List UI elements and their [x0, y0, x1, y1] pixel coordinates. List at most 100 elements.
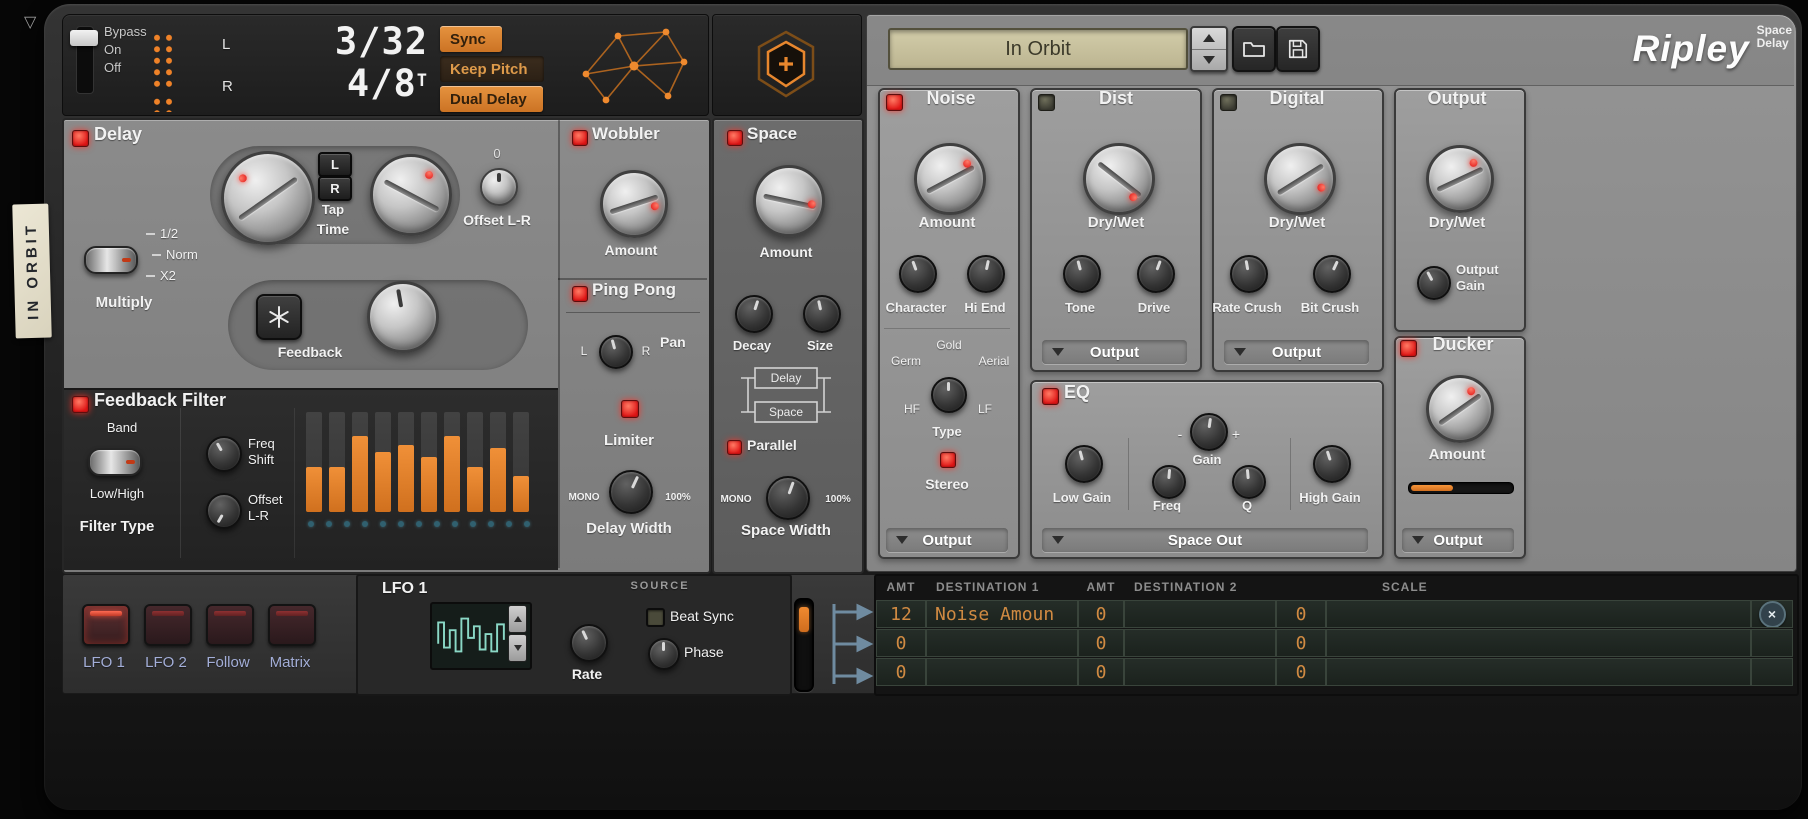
filter-bar[interactable]: [352, 412, 368, 512]
lfo-phase-knob[interactable]: [648, 638, 680, 670]
freq-shift-knob[interactable]: [206, 436, 242, 472]
matrix-amount-cell[interactable]: 0: [876, 658, 926, 686]
space-size-knob[interactable]: [803, 295, 841, 333]
matrix-amount-cell[interactable]: 0: [1276, 658, 1326, 686]
ducker-led[interactable]: [1400, 340, 1417, 357]
preset-save-button[interactable]: [1276, 26, 1320, 72]
noise-hi-end-knob[interactable]: [967, 255, 1005, 293]
dist-led[interactable]: [1038, 94, 1055, 111]
filter-offset-knob[interactable]: [206, 493, 242, 529]
delay-left-button[interactable]: L: [318, 152, 352, 177]
multiply-half-label[interactable]: 1/2: [146, 226, 178, 241]
filter-bar[interactable]: [306, 412, 322, 512]
filter-bar[interactable]: [444, 412, 460, 512]
noise-stereo-led[interactable]: [940, 452, 956, 468]
dist-drive-knob[interactable]: [1137, 255, 1175, 293]
filter-bars[interactable]: [306, 412, 546, 512]
parallel-led[interactable]: [727, 440, 742, 455]
window-collapse-marker[interactable]: ▽: [24, 12, 36, 32]
ducker-amount-knob[interactable]: [1426, 375, 1494, 443]
matrix-scale-cell[interactable]: [1326, 629, 1751, 657]
eq-low-gain-knob[interactable]: [1065, 445, 1103, 483]
dist-drywet-knob[interactable]: [1083, 143, 1155, 215]
delay-time-right-knob[interactable]: [370, 154, 452, 236]
matrix-amount-cell[interactable]: 0: [1078, 600, 1124, 628]
eq-led[interactable]: [1042, 388, 1059, 405]
tab-lfo1-button[interactable]: [82, 604, 130, 646]
delay-time-left-knob[interactable]: [221, 151, 315, 245]
filter-bar[interactable]: [421, 412, 437, 512]
preset-browse-button[interactable]: [1232, 26, 1276, 72]
feedback-knob[interactable]: [367, 281, 439, 353]
delay-offset-knob[interactable]: [480, 168, 518, 206]
limiter-led[interactable]: [621, 400, 639, 418]
multiply-switch[interactable]: [84, 246, 138, 274]
matrix-destination2-cell[interactable]: [1124, 658, 1276, 686]
lfo-rate-knob[interactable]: [570, 624, 608, 662]
sync-button[interactable]: Sync: [440, 26, 502, 52]
matrix-destination1-cell[interactable]: [926, 629, 1078, 657]
tab-matrix-label[interactable]: Matrix: [270, 654, 311, 671]
output-gain-knob[interactable]: [1417, 266, 1451, 300]
tab-lfo2-button[interactable]: [144, 604, 192, 646]
filter-bar[interactable]: [398, 412, 414, 512]
noise-character-knob[interactable]: [899, 255, 937, 293]
space-decay-knob[interactable]: [735, 295, 773, 333]
matrix-destination1-cell[interactable]: [926, 658, 1078, 686]
feedback-filter-led[interactable]: [72, 396, 89, 413]
matrix-amount-cell[interactable]: 0: [1276, 629, 1326, 657]
multiply-x2-label[interactable]: X2: [146, 268, 176, 283]
tab-follow-label[interactable]: Follow: [206, 654, 249, 671]
preset-stepper[interactable]: [1190, 26, 1228, 72]
bypass-switch-handle[interactable]: [70, 30, 98, 46]
space-amount-knob[interactable]: [753, 165, 825, 237]
rate-crush-knob[interactable]: [1230, 255, 1268, 293]
matrix-scale-cell[interactable]: [1326, 600, 1751, 628]
filter-bar[interactable]: [467, 412, 483, 512]
tab-follow-button[interactable]: [206, 604, 254, 646]
multiply-norm-label[interactable]: Norm: [152, 247, 198, 262]
preset-down-button[interactable]: [1192, 49, 1226, 71]
keep-pitch-button[interactable]: Keep Pitch: [440, 56, 544, 82]
wobbler-amount-knob[interactable]: [600, 170, 668, 238]
digital-led[interactable]: [1220, 94, 1237, 111]
bit-crush-knob[interactable]: [1313, 255, 1351, 293]
wobbler-led[interactable]: [572, 130, 588, 146]
space-width-knob[interactable]: [766, 476, 810, 520]
dist-output-dropdown[interactable]: Output: [1042, 340, 1187, 364]
matrix-destination2-cell[interactable]: [1124, 600, 1276, 628]
tab-lfo2-label[interactable]: LFO 2: [145, 654, 187, 671]
mod-amount-slider[interactable]: [794, 598, 814, 692]
tap-label[interactable]: Tap: [322, 202, 344, 217]
digital-output-dropdown[interactable]: Output: [1224, 340, 1369, 364]
beat-sync-checkbox[interactable]: [646, 608, 665, 627]
eq-freq-knob[interactable]: [1152, 465, 1186, 499]
eq-gain-knob[interactable]: [1190, 413, 1228, 451]
freeze-button[interactable]: [256, 294, 302, 340]
eq-output-dropdown[interactable]: Space Out: [1042, 528, 1368, 552]
display-right-value[interactable]: 4/8T: [240, 62, 428, 105]
space-led[interactable]: [727, 130, 743, 146]
ping-pong-led[interactable]: [572, 286, 588, 302]
tab-matrix-button[interactable]: [268, 604, 316, 646]
delay-led[interactable]: [72, 130, 89, 147]
waveform-up-button[interactable]: [508, 605, 527, 633]
tab-lfo1-label[interactable]: LFO 1: [83, 654, 125, 671]
filter-type-switch[interactable]: [88, 448, 142, 476]
matrix-amount-cell[interactable]: 0: [1078, 629, 1124, 657]
filter-bar[interactable]: [490, 412, 506, 512]
waveform-down-button[interactable]: [508, 634, 527, 662]
matrix-remove-button[interactable]: ×: [1759, 601, 1786, 628]
preset-up-button[interactable]: [1192, 28, 1226, 49]
output-drywet-knob[interactable]: [1426, 145, 1494, 213]
eq-high-gain-knob[interactable]: [1313, 445, 1351, 483]
display-left-value[interactable]: 3/32: [240, 20, 428, 63]
noise-type-knob[interactable]: [931, 377, 967, 413]
pan-knob[interactable]: [599, 335, 633, 369]
noise-led[interactable]: [886, 94, 903, 111]
matrix-amount-cell[interactable]: 12: [876, 600, 926, 628]
filter-bar[interactable]: [329, 412, 345, 512]
matrix-scale-cell[interactable]: [1326, 658, 1751, 686]
digital-drywet-knob[interactable]: [1264, 143, 1336, 215]
matrix-destination2-cell[interactable]: [1124, 629, 1276, 657]
